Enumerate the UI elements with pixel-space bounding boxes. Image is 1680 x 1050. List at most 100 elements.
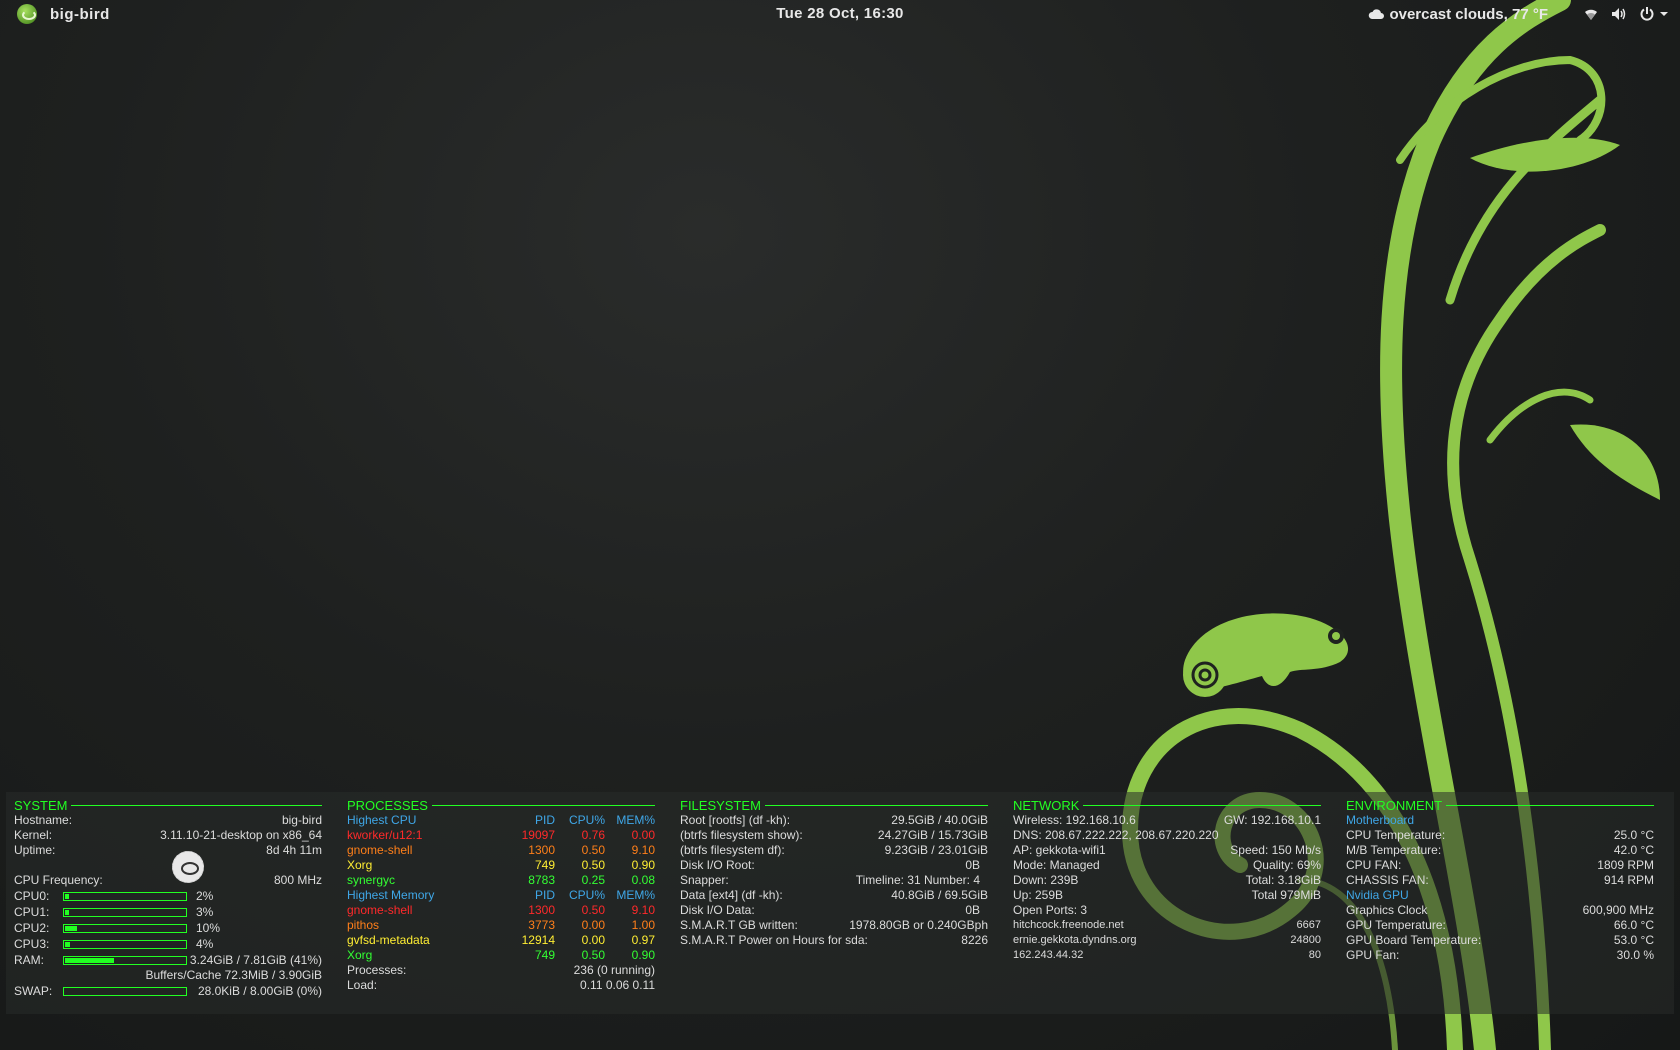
process-mem: 1.00: [631, 918, 655, 932]
env-label: CHASSIS FAN:: [1346, 873, 1429, 887]
env-label: GPU Board Temperature:: [1346, 933, 1482, 947]
process-name: synergyc: [347, 873, 396, 887]
process-mem: 0.00: [631, 828, 655, 842]
column-header-name: Highest CPU: [347, 813, 417, 827]
list-item: GPU Temperature: 66.0 °C: [1346, 918, 1654, 933]
net-label: AP: gekkota-wifi1: [1013, 843, 1106, 857]
conky-panel: SYSTEM Hostname: big-bird Kernel: 3.11.10-…: [6, 792, 1674, 1014]
process-mem: 0.97: [631, 933, 655, 947]
process-cpu: 0.50: [581, 948, 605, 962]
process-pid: 1300: [528, 903, 555, 917]
net-label: Wireless: 192.168.10.6: [1013, 813, 1136, 827]
net-label: hitchcock.freenode.net: [1013, 919, 1124, 931]
fs-label: Disk I/O Data:: [680, 903, 755, 917]
column-header-pid: PID: [534, 813, 555, 827]
fs-label: Disk I/O Root:: [680, 858, 755, 872]
env-label: CPU FAN:: [1346, 858, 1402, 872]
cpu-frequency-label: CPU Frequency:: [14, 873, 103, 887]
list-item: Snapper: Timeline: 31 Number: 4: [680, 873, 988, 888]
cpu-usage-bar: [63, 891, 187, 901]
weather-label[interactable]: overcast clouds, 77 °F: [1389, 6, 1548, 23]
bar-fill: [65, 957, 115, 963]
section-header: SYSTEM: [14, 798, 322, 813]
hostname-label: Hostname:: [14, 813, 73, 827]
process-mem: 0.08: [631, 873, 655, 887]
env-label: CPU Temperature:: [1346, 828, 1446, 842]
net-label: Open Ports: 3: [1013, 903, 1088, 917]
table-row: gnome-shell 1300 0.50 9.10: [347, 903, 655, 918]
bar-fill: [65, 909, 69, 915]
fs-value: 0B: [965, 858, 980, 872]
cpu-label: CPU2:: [14, 920, 50, 935]
process-name: gnome-shell: [347, 843, 413, 857]
fs-value: 29.5GiB / 40.0GiB: [891, 813, 988, 827]
fs-value: 40.8GiB / 69.5GiB: [891, 888, 988, 902]
column-header-pid: PID: [534, 888, 555, 902]
process-name: pithos: [347, 918, 380, 932]
motherboard-header: Motherboard: [1346, 813, 1415, 827]
list-item: Root [rootfs] (df -kh): 29.5GiB / 40.0GiB: [680, 813, 988, 828]
uptime-label: Uptime:: [14, 843, 56, 857]
bar-fill: [65, 925, 77, 931]
list-item: S.M.A.R.T GB written: 1978.80GB or 0.240G…: [680, 918, 988, 933]
kernel-value: 3.11.10-21-desktop on x86_64: [160, 828, 322, 842]
cpu-row: CPU0: 2%: [14, 888, 322, 904]
env-label: M/B Temperature:: [1346, 843, 1442, 857]
cpu-frequency-value: 800 MHz: [273, 873, 322, 887]
process-name: Xorg: [347, 948, 373, 962]
column-header-name: Highest Memory: [347, 888, 435, 902]
table-header: Highest CPU PID CPU% MEM%: [347, 813, 655, 828]
fs-label: Root [rootfs] (df -kh):: [680, 813, 791, 827]
status-area[interactable]: overcast clouds, 77 °F: [1367, 0, 1668, 28]
divider: [431, 805, 655, 806]
process-mem: 0.90: [631, 948, 655, 962]
fs-label: S.M.A.R.T GB written:: [680, 918, 798, 932]
ram-value: 3.24GiB / 7.81GiB (41%): [189, 952, 322, 967]
column-header-mem: MEM%: [616, 813, 655, 827]
cpu-value: 3%: [196, 904, 214, 919]
volume-icon[interactable]: [1610, 5, 1628, 23]
table-row: pithos 3773 0.00 1.00: [347, 918, 655, 933]
section-title: PROCESSES: [347, 798, 428, 813]
process-cpu: 0.50: [581, 903, 605, 917]
power-icon[interactable]: [1638, 5, 1656, 23]
buffers-cache-value: Buffers/Cache 72.3MiB / 3.90GiB: [145, 968, 322, 982]
fs-label: Snapper:: [680, 873, 729, 887]
process-pid: 3773: [528, 918, 555, 932]
fs-value: 9.23GiB / 23.01GiB: [884, 843, 988, 857]
table-row: synergyc 8783 0.25 0.08: [347, 873, 655, 888]
ram-label: RAM:: [14, 952, 44, 967]
section-header: ENVIRONMENT: [1346, 798, 1654, 813]
net-label: Down: 239B: [1013, 873, 1079, 887]
list-item: AP: gekkota-wifi1 Speed: 150 Mb/s: [1013, 843, 1321, 858]
wifi-icon[interactable]: [1582, 5, 1600, 23]
process-pid: 749: [534, 948, 555, 962]
list-item: Disk I/O Data: 0B: [680, 903, 988, 918]
net-label: 162.243.44.32: [1013, 949, 1084, 961]
list-item: (btrfs filesystem df): 9.23GiB / 23.01GiB: [680, 843, 988, 858]
section-header: NETWORK: [1013, 798, 1321, 813]
list-item: CPU FAN: 1809 RPM: [1346, 858, 1654, 873]
env-value: 53.0 °C: [1613, 933, 1654, 947]
column-header-cpu: CPU%: [568, 888, 605, 902]
list-item: hitchcock.freenode.net 6667: [1013, 918, 1321, 933]
processes-section: PROCESSES Highest CPU PID CPU% MEM% kworker…: [347, 798, 655, 993]
chevron-down-icon[interactable]: [1660, 5, 1668, 23]
hostname-value: big-bird: [281, 813, 322, 827]
cpu-label: CPU3:: [14, 936, 50, 951]
list-item: 162.243.44.32 80: [1013, 948, 1321, 963]
process-cpu: 0.00: [581, 918, 605, 932]
list-item: M/B Temperature: 42.0 °C: [1346, 843, 1654, 858]
load-label: Load:: [347, 978, 378, 992]
divider: [71, 805, 322, 806]
section-title: SYSTEM: [14, 798, 68, 813]
list-item: Open Ports: 3: [1013, 903, 1321, 918]
filesystem-section: FILESYSTEM Root [rootfs] (df -kh): 29.5Gi…: [680, 798, 988, 948]
cpu-value: 10%: [196, 920, 221, 935]
env-value: 914 RPM: [1603, 873, 1654, 887]
list-item: CHASSIS FAN: 914 RPM: [1346, 873, 1654, 888]
net-value: 6667: [1296, 919, 1321, 931]
env-value: 600,900 MHz: [1582, 903, 1654, 917]
process-cpu: 0.76: [581, 828, 605, 842]
section-header: FILESYSTEM: [680, 798, 988, 813]
